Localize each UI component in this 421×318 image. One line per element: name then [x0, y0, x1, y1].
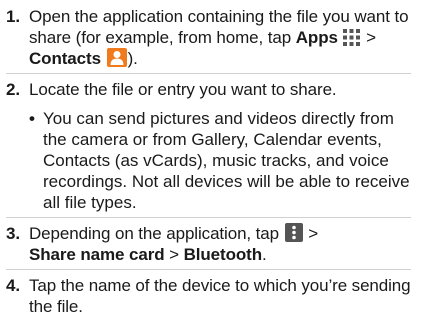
step-number: 4. [6, 276, 20, 295]
share-name-card-label: Share name card [29, 245, 165, 264]
step-3-separator-1: > [303, 224, 319, 243]
step-3-text-end: . [262, 245, 267, 264]
contacts-person-icon [106, 48, 127, 67]
bluetooth-label: Bluetooth [183, 245, 263, 264]
step-3-text-a: Depending on the application, tap [29, 224, 284, 243]
step-text: Locate the file or entry you want to sha… [29, 80, 337, 99]
apps-grid-icon [343, 29, 361, 46]
step-3: 3. Depending on the application, tap > S… [6, 223, 411, 265]
bullet-marker: • [29, 109, 35, 128]
step-1: 1. Open the application containing the f… [6, 6, 411, 69]
step-number: 3. [6, 224, 20, 243]
overflow-menu-icon [284, 223, 303, 242]
step-divider [6, 269, 411, 270]
step-2-note: • You can send pictures and videos direc… [29, 108, 411, 213]
note-text: You can send pictures and videos directl… [43, 109, 410, 212]
step-3-separator-2: > [164, 245, 184, 264]
step-4: 4. Tap the name of the device to which y… [6, 275, 411, 317]
step-1-text-end: ). [127, 49, 138, 68]
step-divider [6, 217, 411, 218]
step-text: Tap the name of the device to which you’… [29, 276, 411, 316]
step-1-separator: > [361, 28, 376, 47]
step-2: 2. Locate the file or entry you want to … [6, 79, 411, 100]
step-text: Open the application containing the file… [29, 6, 411, 69]
instructions-document: 1. Open the application containing the f… [0, 0, 421, 318]
contacts-label: Contacts [29, 49, 101, 68]
step-number: 1. [6, 7, 20, 26]
step-divider [6, 73, 411, 74]
step-number: 2. [6, 80, 20, 99]
step-text: Depending on the application, tap > Shar… [29, 223, 411, 265]
apps-label: Apps [295, 28, 338, 47]
